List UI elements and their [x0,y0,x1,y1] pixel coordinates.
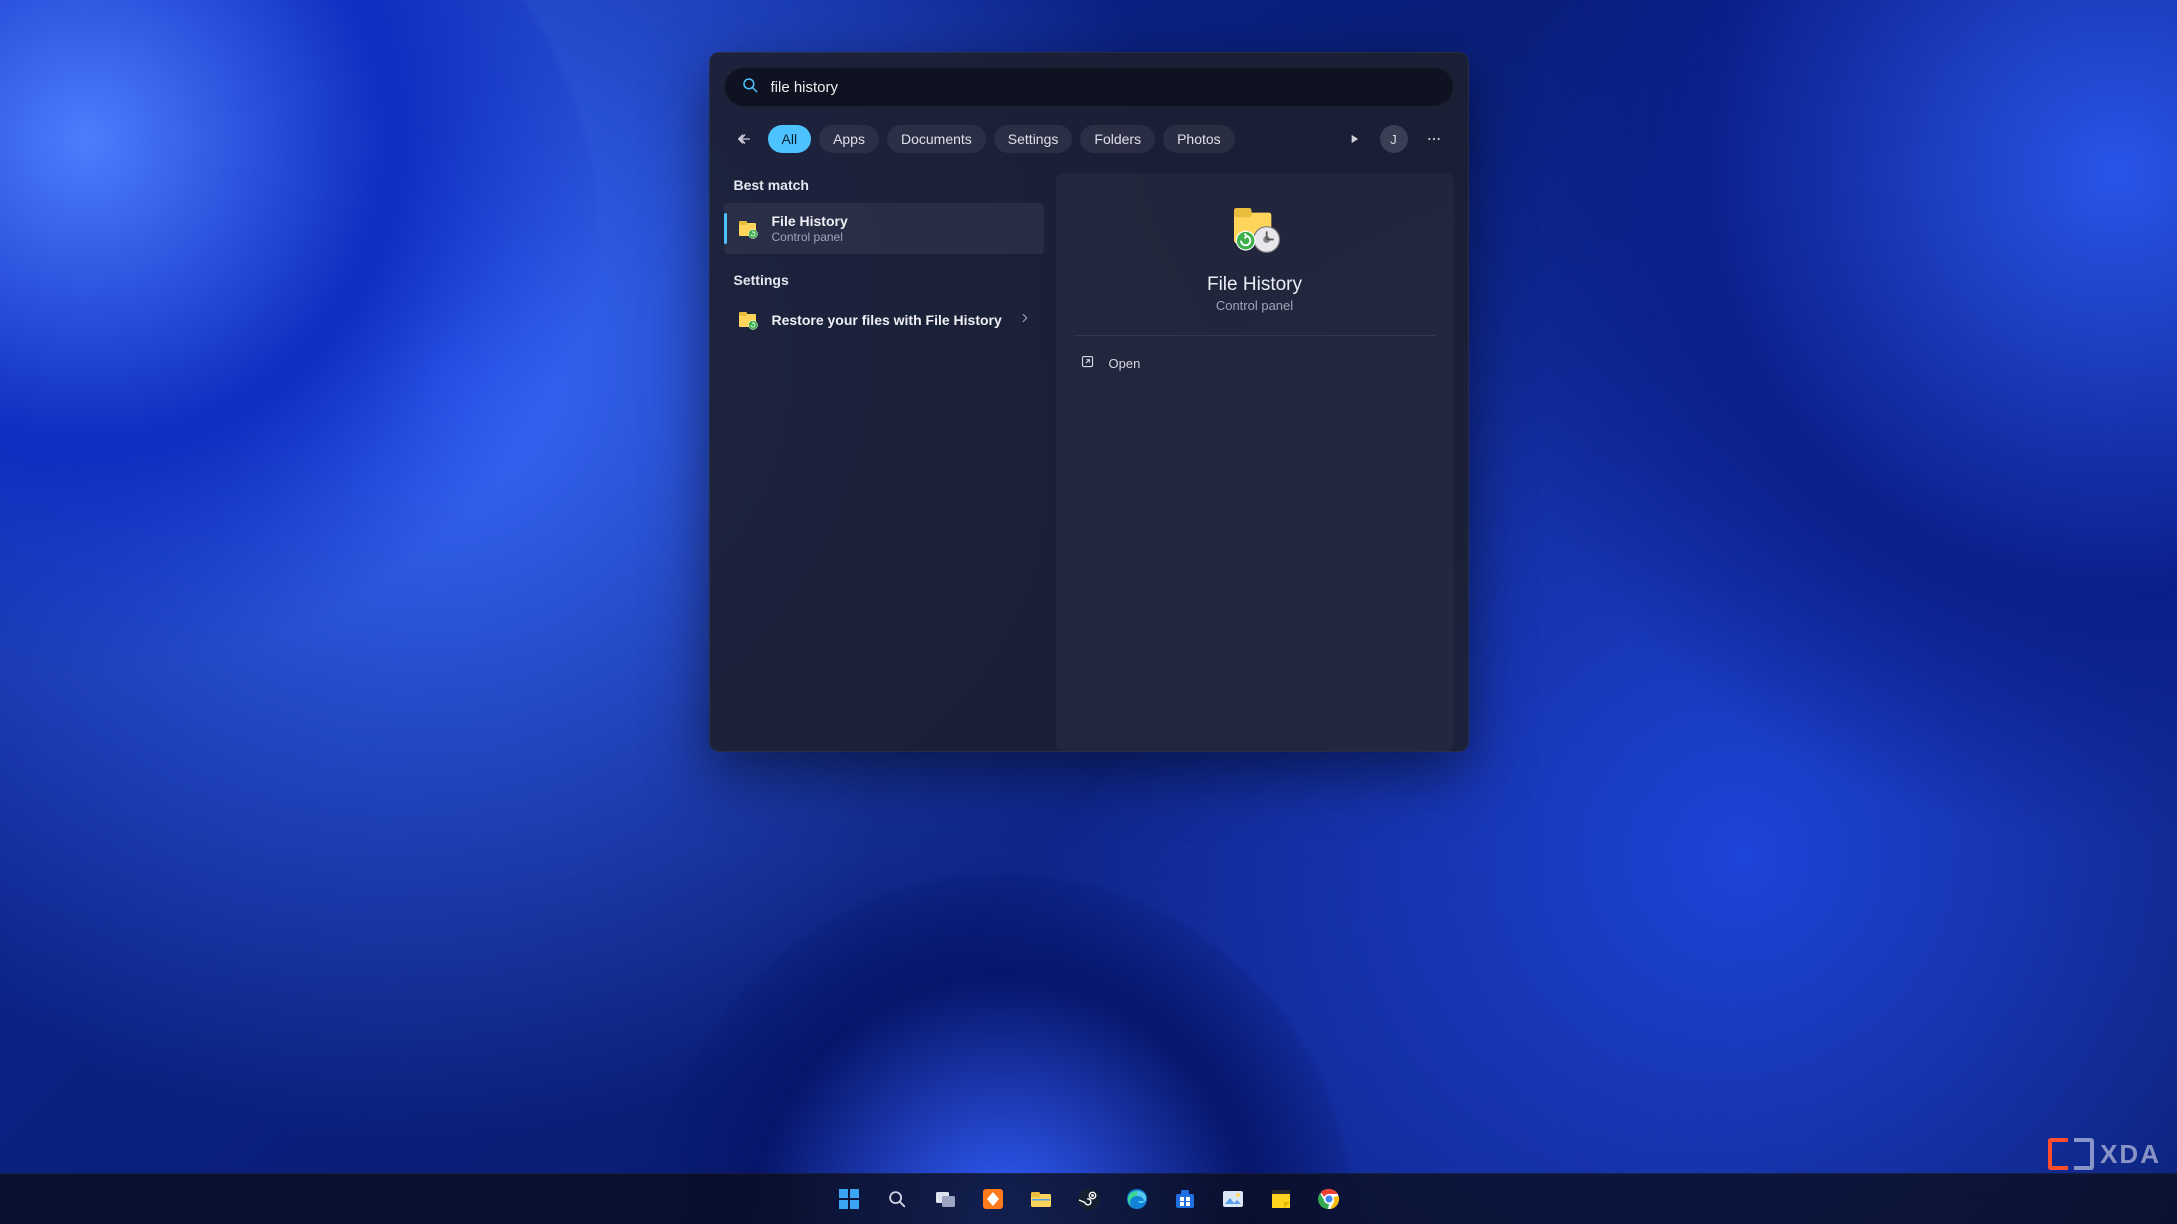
detail-app-icon [1227,201,1283,262]
search-input[interactable] [769,78,1437,97]
search-icon [741,76,759,99]
search-box[interactable] [724,67,1454,107]
user-avatar[interactable]: J [1378,123,1410,155]
filter-settings[interactable]: Settings [994,125,1073,153]
start-search-panel: All Apps Documents Settings Folders Phot… [709,52,1469,752]
watermark-text: XDA [2100,1139,2161,1170]
filter-all[interactable]: All [768,125,812,153]
taskbar [0,1173,2177,1224]
back-button[interactable] [728,123,760,155]
filter-row: All Apps Documents Settings Folders Phot… [728,123,1450,155]
desktop: All Apps Documents Settings Folders Phot… [0,0,2177,1224]
steam-button[interactable] [1069,1179,1109,1219]
settings-result-restore-files[interactable]: Restore your files with File History [724,298,1044,342]
file-history-icon [736,308,760,332]
bracket-icon [2074,1138,2094,1170]
chrome-button[interactable] [1309,1179,1349,1219]
start-button[interactable] [829,1179,869,1219]
detail-subtitle: Control panel [1074,298,1436,313]
wallpaper-swirl [1390,0,2177,937]
file-history-icon [736,217,760,241]
wallpaper-swirl [0,0,701,801]
open-icon [1080,354,1095,372]
best-match-result[interactable]: File History Control panel [724,203,1044,254]
microsoft-store-button[interactable] [1165,1179,1205,1219]
chevron-right-icon [1018,311,1032,330]
filter-photos[interactable]: Photos [1163,125,1235,153]
filter-folders[interactable]: Folders [1080,125,1155,153]
results-column: Best match File History Control [724,173,1044,751]
settings-result-label: Restore your files with File History [772,312,1006,328]
bracket-icon [2048,1138,2068,1170]
best-match-title: File History [772,213,1032,229]
more-options-button[interactable] [1418,123,1450,155]
task-view-button[interactable] [925,1179,965,1219]
taskbar-app-picture[interactable] [1213,1179,1253,1219]
open-action[interactable]: Open [1074,346,1436,380]
settings-header: Settings [724,268,1044,298]
xda-watermark: XDA [2048,1138,2161,1170]
taskbar-search-button[interactable] [877,1179,917,1219]
file-explorer-button[interactable] [1021,1179,1061,1219]
rewards-icon[interactable] [1338,123,1370,155]
filter-documents[interactable]: Documents [887,125,986,153]
filter-apps[interactable]: Apps [819,125,879,153]
best-match-header: Best match [724,173,1044,203]
best-match-subtitle: Control panel [772,230,1032,244]
avatar-initial: J [1380,125,1408,153]
wallpaper-swirl [653,874,1353,1224]
open-label: Open [1109,356,1141,371]
taskbar-app-orange[interactable] [973,1179,1013,1219]
edge-button[interactable] [1117,1179,1157,1219]
divider [1074,335,1436,336]
sticky-notes-button[interactable] [1261,1179,1301,1219]
detail-pane: File History Control panel Open [1056,173,1454,751]
detail-title: File History [1074,274,1436,296]
